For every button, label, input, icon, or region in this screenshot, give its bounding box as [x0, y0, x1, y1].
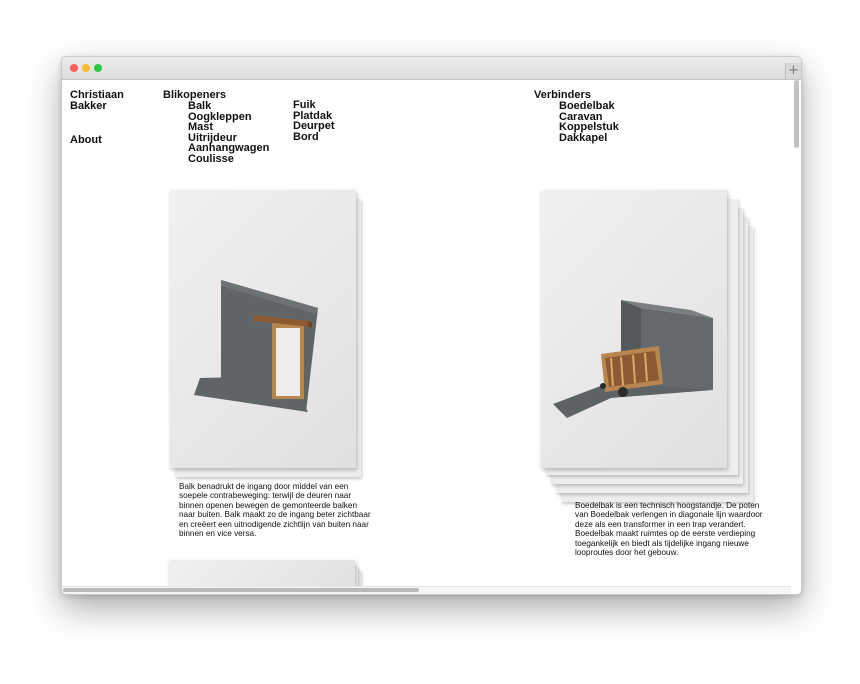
close-window-button[interactable] [70, 64, 78, 72]
horizontal-scrollbar[interactable] [63, 588, 419, 592]
nav-group-verbinders-items: Boedelbak Caravan Koppelstuk Dakkapel [559, 101, 619, 143]
zoom-window-button[interactable] [94, 64, 102, 72]
studio-name-line1: Christiaan [70, 89, 124, 101]
vertical-scrollbar[interactable] [794, 80, 799, 148]
nav-item-dakkapel[interactable]: Dakkapel [559, 132, 619, 144]
nav-item-fuik[interactable]: Fuik [293, 100, 335, 111]
browser-window: + Christiaan Bakker About Blikopeners Ba… [61, 56, 802, 595]
nav-group-blikopeners-col2: Fuik Platdak Deurpet Bord [293, 100, 335, 142]
studio-name-line2: Bakker [70, 99, 107, 112]
nav-item-coulisse[interactable]: Coulisse [188, 154, 269, 165]
page-content: Christiaan Bakker About Blikopeners Balk… [62, 80, 791, 586]
studio-name[interactable]: Christiaan Bakker [70, 90, 124, 111]
nav-item-bord[interactable]: Bord [293, 131, 335, 143]
minimize-window-button[interactable] [82, 64, 90, 72]
new-tab-button[interactable]: + [785, 63, 801, 79]
boedelbak-photo[interactable] [541, 190, 727, 468]
nav-item-balk[interactable]: Balk [188, 101, 269, 112]
nav-group-blikopeners[interactable]: Blikopeners [163, 90, 226, 101]
balk-model-illustration [194, 280, 318, 412]
title-bar: + [62, 57, 801, 80]
balk-caption: Balk benadrukt de ingang door middel van… [179, 482, 371, 539]
nav-group-verbinders[interactable]: Verbinders [534, 90, 591, 101]
nav-about[interactable]: About [70, 135, 102, 146]
next-project-photo[interactable] [169, 560, 355, 586]
boedelbak-model-illustration [553, 300, 713, 418]
nav-group-blikopeners-col1: Balk Oogkleppen Mast Uitrijdeur Aanhangw… [188, 101, 269, 165]
nav-item-boedelbak[interactable]: Boedelbak [559, 101, 619, 112]
boedelbak-caption: Boedelbak is een technisch hoogstandje. … [575, 501, 763, 558]
balk-photo[interactable] [170, 190, 356, 468]
